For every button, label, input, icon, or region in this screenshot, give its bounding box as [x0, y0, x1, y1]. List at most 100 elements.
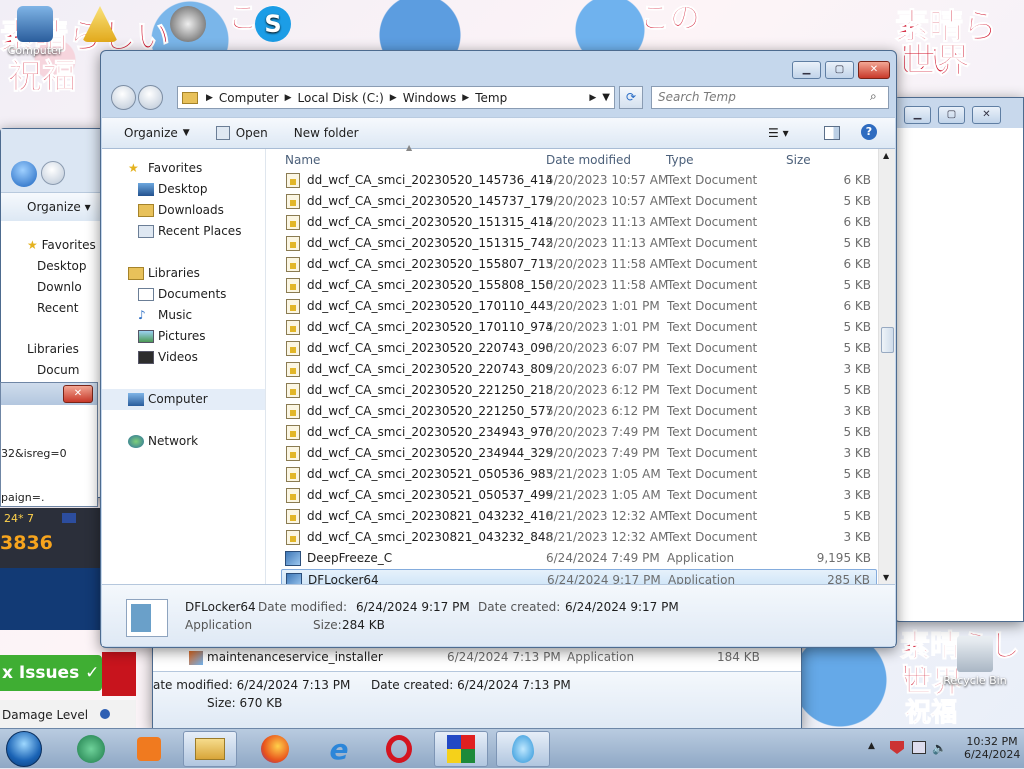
action-center-icon[interactable]	[890, 741, 904, 754]
background-right-window[interactable]: ▁ ▢ ✕	[895, 97, 1024, 622]
breadcrumb-temp[interactable]: Temp	[475, 91, 507, 105]
forward-icon[interactable]	[41, 161, 65, 185]
nav-favorites[interactable]: ★ Favorites	[102, 158, 265, 179]
back-button[interactable]	[111, 85, 136, 110]
taskbar-deepfreeze[interactable]	[496, 731, 550, 767]
file-row[interactable]: dd_wcf_CA_smci_20230821_043232_848 8/21/2…	[281, 527, 877, 548]
volume-icon[interactable]: 🔈	[932, 741, 947, 755]
nav-videos[interactable]: Videos	[102, 347, 265, 368]
refresh-button[interactable]: ⟳	[619, 86, 643, 109]
tray-expand-icon[interactable]: ▲	[868, 741, 875, 751]
nav-recent[interactable]: Recent	[27, 298, 96, 319]
file-row[interactable]: dd_wcf_CA_smci_20230520_170110_974 5/20/2…	[281, 317, 877, 338]
file-row[interactable]: dd_wcf_CA_smci_20230521_050537_499 5/21/2…	[281, 485, 877, 506]
file-row[interactable]: dd_wcf_CA_smci_20230520_221250_218 5/20/2…	[281, 380, 877, 401]
taskbar-colorful-app[interactable]	[434, 731, 488, 767]
desktop-icon-computer[interactable]: Computer	[0, 6, 70, 57]
taskbar-internet-explorer[interactable]: e	[312, 731, 366, 767]
file-row[interactable]: dd_wcf_CA_smci_20230520_170110_443 5/20/2…	[281, 296, 877, 317]
nav-desktop[interactable]: Desktop	[102, 179, 265, 200]
scroll-down-icon[interactable]: ▼	[883, 573, 889, 582]
breadcrumb-local-disk[interactable]: Local Disk (C:)	[298, 91, 384, 105]
organize-button[interactable]: Organize ▼	[124, 126, 190, 140]
taskbar-media-player[interactable]	[122, 731, 176, 767]
new-folder-button[interactable]: New folder	[294, 126, 359, 140]
nav-documents[interactable]: Docum	[27, 360, 96, 381]
bottom-details-pane: ate modified: 6/24/2024 7:13 PM Date cre…	[153, 671, 801, 729]
file-row[interactable]: dd_wcf_CA_smci_20230520_234944_329 5/20/2…	[281, 443, 877, 464]
column-size[interactable]: Size	[786, 153, 811, 167]
file-type: Text Document	[667, 299, 758, 313]
maximize-button[interactable]: ▢	[938, 106, 965, 124]
file-row[interactable]: dd_wcf_CA_smci_20230520_234943_970 5/20/2…	[281, 422, 877, 443]
popup-close-button[interactable]: ✕	[63, 385, 93, 403]
vertical-scrollbar[interactable]: ▲ ▼	[878, 149, 895, 584]
nav-libraries[interactable]: Libraries	[27, 339, 96, 360]
nav-recent-places[interactable]: Recent Places	[102, 221, 265, 242]
minimize-button[interactable]: ▁	[792, 61, 821, 79]
forward-button[interactable]	[138, 85, 163, 110]
breadcrumb-windows[interactable]: Windows	[403, 91, 457, 105]
taskbar-firefox[interactable]	[248, 731, 302, 767]
file-row[interactable]: dd_wcf_CA_smci_20230520_221250_577 5/20/2…	[281, 401, 877, 422]
nav-favorites[interactable]: ★ Favorites	[27, 235, 96, 256]
help-icon[interactable]: ?	[861, 124, 877, 140]
file-row[interactable]: dd_wcf_CA_smci_20230520_155807_713 5/20/2…	[281, 254, 877, 275]
chevron-down-icon[interactable]: ▼	[602, 92, 610, 103]
nav-libraries[interactable]: Libraries	[102, 263, 265, 284]
bottom-file-name[interactable]: maintenanceservice_installer	[207, 650, 383, 664]
file-name: dd_wcf_CA_smci_20230521_050537_499	[307, 488, 554, 502]
network-tray-icon[interactable]	[912, 741, 926, 754]
file-row[interactable]: dd_wcf_CA_smci_20230821_043232_410 8/21/2…	[281, 506, 877, 527]
minimize-button[interactable]: ▁	[904, 106, 931, 124]
desktop-icon-skype[interactable]: S	[250, 6, 296, 44]
desktop-icon-shortcut[interactable]	[80, 6, 120, 44]
nav-downloads[interactable]: Downloads	[102, 200, 265, 221]
clock[interactable]: 10:32 PM 6/24/2024	[964, 735, 1020, 761]
back-icon[interactable]	[11, 161, 37, 187]
column-type[interactable]: Type	[666, 153, 694, 167]
taskbar-app-1[interactable]	[64, 731, 118, 767]
damage-level-row: Damage Level	[0, 700, 136, 728]
taskbar-explorer[interactable]	[183, 731, 237, 767]
file-row[interactable]: dd_wcf_CA_smci_20230521_050536_983 5/21/2…	[281, 464, 877, 485]
nav-pictures[interactable]: Pictures	[102, 326, 265, 347]
maximize-button[interactable]: ▢	[825, 61, 854, 79]
organize-button[interactable]: Organize	[27, 200, 81, 214]
file-row[interactable]: dd_wcf_CA_smci_20230520_151315_414 5/20/2…	[281, 212, 877, 233]
file-row[interactable]: dd_wcf_CA_smci_20230520_151315_742 5/20/2…	[281, 233, 877, 254]
file-row[interactable]: dd_wcf_CA_smci_20230520_220743_809 5/20/2…	[281, 359, 877, 380]
column-name[interactable]: Name	[285, 153, 320, 167]
browser-popup[interactable]: ✕ 32&isreg=0 paign=.	[0, 382, 98, 507]
nav-computer[interactable]: Computer	[102, 389, 265, 410]
nav-network[interactable]: Network	[102, 431, 265, 452]
taskbar-opera[interactable]	[372, 731, 426, 767]
fix-issues-button[interactable]: x Issues ✓	[0, 655, 102, 691]
file-row[interactable]: dd_wcf_CA_smci_20230520_145736_414 5/20/2…	[281, 170, 877, 191]
background-bottom-window[interactable]: maintenanceservice_installer 6/24/2024 7…	[152, 640, 802, 730]
start-button[interactable]	[6, 731, 42, 767]
desktop-icon-recycle-bin[interactable]: Recycle Bin	[940, 636, 1010, 687]
close-button[interactable]: ✕	[972, 106, 1001, 124]
nav-documents[interactable]: Documents	[102, 284, 265, 305]
explorer-window[interactable]: ▁ ▢ ✕ ▶ Computer ▶ Local Disk (C:) ▶ Win…	[100, 50, 897, 648]
preview-pane-icon[interactable]	[824, 126, 840, 140]
nav-desktop[interactable]: Desktop	[27, 256, 96, 277]
address-bar[interactable]: ▶ Computer ▶ Local Disk (C:) ▶ Windows ▶…	[177, 86, 615, 109]
file-type: Text Document	[667, 404, 758, 418]
nav-downloads[interactable]: Downlo	[27, 277, 96, 298]
file-row[interactable]: DeepFreeze_C 6/24/2024 7:49 PM Application…	[281, 548, 877, 569]
search-input[interactable]: Search Temp	[651, 86, 889, 109]
file-row[interactable]: dd_wcf_CA_smci_20230520_155808_150 5/20/2…	[281, 275, 877, 296]
close-button[interactable]: ✕	[858, 61, 890, 79]
scrollbar-thumb[interactable]	[881, 327, 894, 353]
view-options-button[interactable]: ☰ ▾	[768, 126, 789, 140]
breadcrumb-computer[interactable]: Computer	[219, 91, 279, 105]
open-button[interactable]: Open	[215, 126, 268, 140]
file-row[interactable]: dd_wcf_CA_smci_20230520_220743_090 5/20/2…	[281, 338, 877, 359]
nav-music[interactable]: ♪ Music	[102, 305, 265, 326]
file-row[interactable]: dd_wcf_CA_smci_20230520_145737_179 5/20/2…	[281, 191, 877, 212]
column-date-modified[interactable]: Date modified	[546, 153, 631, 167]
desktop-icon-app[interactable]	[168, 6, 208, 44]
scroll-up-icon[interactable]: ▲	[883, 151, 889, 160]
